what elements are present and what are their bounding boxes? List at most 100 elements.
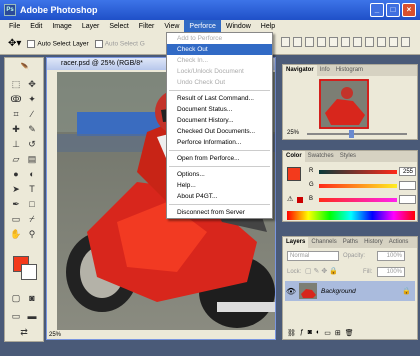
navigator-thumbnail[interactable]: [319, 79, 369, 129]
menu-edit[interactable]: Edit: [25, 20, 47, 33]
lock-options-icon[interactable]: ▢ ✎ ✥ 🔒: [305, 267, 338, 275]
tab-channels[interactable]: Channels: [308, 237, 339, 248]
tab-info[interactable]: Info: [317, 65, 333, 76]
slice-tool-icon[interactable]: ∕: [25, 108, 39, 121]
menu-layer[interactable]: Layer: [77, 20, 105, 33]
move-tool-icon[interactable]: ✥▾: [8, 38, 21, 49]
red-channel-slider[interactable]: [319, 170, 397, 174]
blue-channel-slider[interactable]: [319, 198, 397, 202]
blur-tool-icon[interactable]: ●: [9, 168, 23, 181]
fill-field[interactable]: 100%: [377, 267, 405, 277]
delete-layer-icon[interactable]: 🗑: [345, 329, 354, 337]
distribute-right-icon[interactable]: [401, 37, 410, 47]
lasso-tool-icon[interactable]: ↂ: [9, 93, 23, 106]
tab-color[interactable]: Color: [283, 151, 305, 162]
perforce-menu-item[interactable]: Result of Last Command...: [167, 93, 272, 104]
navigator-slider-thumb[interactable]: [349, 130, 354, 138]
auto-select-layer-checkbox[interactable]: [27, 39, 36, 48]
path-selection-icon[interactable]: ➤: [9, 183, 23, 196]
menu-file[interactable]: File: [4, 20, 25, 33]
green-channel-value[interactable]: [399, 181, 416, 190]
adjustment-layer-icon[interactable]: ◐: [316, 329, 320, 337]
green-channel-slider[interactable]: [319, 184, 397, 188]
tab-navigator[interactable]: Navigator: [283, 65, 317, 76]
pen-tool-icon[interactable]: ✒: [9, 198, 23, 211]
menu-filter[interactable]: Filter: [134, 20, 160, 33]
distribute-top-icon[interactable]: [353, 37, 362, 47]
align-hcenter-icon[interactable]: [329, 37, 338, 47]
dodge-tool-icon[interactable]: ◐: [25, 168, 39, 181]
gamut-color-chip[interactable]: [297, 197, 303, 203]
eyedropper-tool-icon[interactable]: ⌿: [25, 213, 39, 226]
layer-name[interactable]: Background: [321, 288, 356, 295]
crop-tool-icon[interactable]: ⌗: [9, 108, 23, 121]
quick-mask-icon[interactable]: ◙: [25, 292, 39, 305]
blue-channel-value[interactable]: [399, 195, 416, 204]
close-button[interactable]: ×: [402, 3, 416, 17]
move-tool-icon[interactable]: ✥: [25, 78, 39, 91]
gamut-warning-icon[interactable]: ⚠: [287, 195, 293, 203]
gradient-tool-icon[interactable]: ▤: [25, 153, 39, 166]
magic-wand-tool-icon[interactable]: ✦: [25, 93, 39, 106]
color-foreground-swatch[interactable]: [287, 167, 301, 181]
minimize-button[interactable]: _: [370, 3, 384, 17]
perforce-menu-item[interactable]: Help...: [167, 180, 272, 191]
healing-brush-icon[interactable]: ✚: [9, 123, 23, 136]
perforce-menu-item[interactable]: Checked Out Documents...: [167, 126, 272, 137]
standard-mode-icon[interactable]: ▢: [9, 292, 23, 305]
opacity-field[interactable]: 100%: [377, 251, 405, 261]
tab-history[interactable]: History: [361, 237, 386, 248]
perforce-menu-item[interactable]: Perforce Information...: [167, 137, 272, 148]
red-channel-value[interactable]: 255: [399, 167, 416, 176]
blend-mode-select[interactable]: Normal: [287, 251, 339, 261]
perforce-menu-item[interactable]: Document Status...: [167, 104, 272, 115]
align-bottom-icon[interactable]: [305, 37, 314, 47]
perforce-menu-item[interactable]: About P4GT...: [167, 191, 272, 202]
tab-styles[interactable]: Styles: [337, 151, 359, 162]
layer-style-icon[interactable]: ƒ: [300, 329, 304, 337]
distribute-bottom-icon[interactable]: [377, 37, 386, 47]
notes-tool-icon[interactable]: ▭: [9, 213, 23, 226]
tab-histogram[interactable]: Histogram: [333, 65, 366, 76]
background-color-swatch[interactable]: [21, 264, 37, 280]
shape-tool-icon[interactable]: □: [25, 198, 39, 211]
align-vcenter-icon[interactable]: [293, 37, 302, 47]
distribute-left-icon[interactable]: [389, 37, 398, 47]
menu-select[interactable]: Select: [104, 20, 133, 33]
perforce-menu-item[interactable]: Options...: [167, 169, 272, 180]
marquee-tool-icon[interactable]: ⬚: [9, 78, 23, 91]
tab-swatches[interactable]: Swatches: [305, 151, 337, 162]
align-right-icon[interactable]: [341, 37, 350, 47]
type-tool-icon[interactable]: T: [25, 183, 39, 196]
layer-mask-icon[interactable]: ◙: [308, 329, 312, 337]
perforce-menu-item[interactable]: Disconnect from Server: [167, 207, 272, 218]
perforce-menu-item[interactable]: Check Out: [167, 44, 272, 55]
align-top-icon[interactable]: [281, 37, 290, 47]
distribute-vcenter-icon[interactable]: [365, 37, 374, 47]
maximize-button[interactable]: □: [386, 3, 400, 17]
tab-paths[interactable]: Paths: [340, 237, 361, 248]
screen-mode-full-icon[interactable]: ▬: [25, 310, 39, 323]
hand-tool-icon[interactable]: ✋: [9, 228, 23, 241]
auto-select-group-checkbox[interactable]: [94, 39, 103, 48]
new-layer-icon[interactable]: ⊞: [335, 329, 341, 337]
perforce-menu-item[interactable]: Open from Perforce...: [167, 153, 272, 164]
auto-select-layer-option[interactable]: Auto Select Layer: [27, 39, 89, 48]
align-left-icon[interactable]: [317, 37, 326, 47]
document-zoom-status[interactable]: 25%: [49, 332, 61, 338]
navigator-zoom-value[interactable]: 25%: [287, 130, 299, 136]
new-group-icon[interactable]: ▭: [324, 329, 331, 337]
color-spectrum-ramp[interactable]: [287, 211, 415, 220]
menu-image[interactable]: Image: [47, 20, 76, 33]
screen-mode-standard-icon[interactable]: ▭: [9, 310, 23, 323]
auto-select-group-option[interactable]: Auto Select G: [94, 39, 145, 48]
eraser-tool-icon[interactable]: ▱: [9, 153, 23, 166]
stamp-tool-icon[interactable]: ⊥: [9, 138, 23, 151]
jump-to-imageready-icon[interactable]: ⇄: [17, 326, 31, 339]
layer-visibility-eye-icon[interactable]: 👁: [285, 287, 297, 296]
zoom-tool-icon[interactable]: ⚲: [25, 228, 39, 241]
tab-actions[interactable]: Actions: [386, 237, 412, 248]
brush-tool-icon[interactable]: ✎: [25, 123, 39, 136]
navigator-zoom-slider[interactable]: [307, 133, 407, 135]
layer-row-background[interactable]: 👁 Background 🔒: [285, 281, 415, 301]
